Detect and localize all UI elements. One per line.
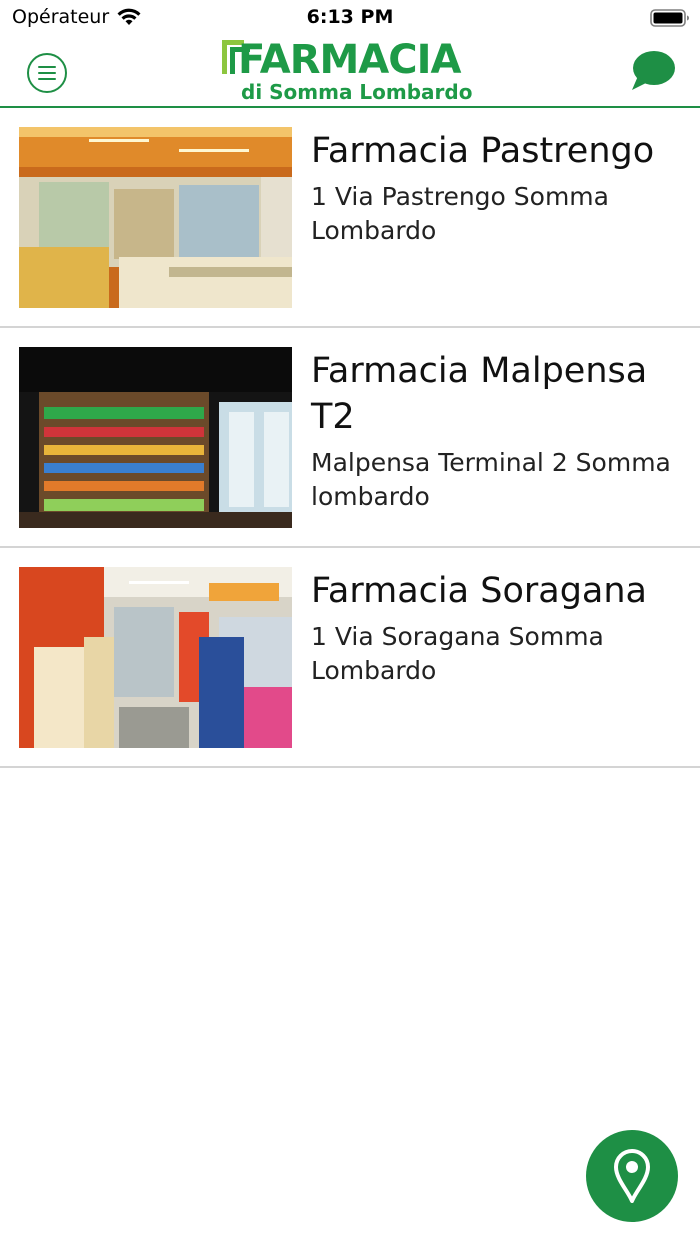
list-item[interactable]: Farmacia Soragana 1 Via Soragana Somma L…: [0, 548, 700, 768]
nav-bar: FARMACIA di Somma Lombardo: [0, 36, 700, 108]
battery-icon: [650, 9, 689, 27]
map-button[interactable]: [586, 1130, 678, 1222]
pharmacy-address: Malpensa Terminal 2 Somma lombardo: [311, 448, 671, 511]
list-item[interactable]: Farmacia Malpensa T2 Malpensa Terminal 2…: [0, 328, 700, 548]
status-bar: Opérateur 6:13 PM: [0, 0, 700, 36]
logo-title: FARMACIA: [238, 37, 461, 83]
pharmacy-photo: [19, 347, 292, 528]
chat-bubble-icon[interactable]: [630, 50, 676, 92]
pharmacy-photo: [19, 567, 292, 748]
pharmacy-address: 1 Via Pastrengo Somma Lombardo: [311, 182, 609, 245]
logo-subtitle: di Somma Lombardo: [241, 80, 473, 104]
list-item[interactable]: Farmacia Pastrengo 1 Via Pastrengo Somma…: [0, 108, 700, 328]
map-pin-icon: [614, 1149, 650, 1203]
pharmacy-address: 1 Via Soragana Somma Lombardo: [311, 622, 604, 685]
hamburger-menu-icon[interactable]: [27, 53, 67, 93]
app-logo: FARMACIA di Somma Lombardo: [222, 38, 478, 106]
pharmacy-photo: [19, 127, 292, 308]
pharmacy-list: Farmacia Pastrengo 1 Via Pastrengo Somma…: [0, 108, 700, 768]
pharmacy-name: Farmacia Malpensa T2: [311, 351, 648, 437]
pharmacy-name: Farmacia Soragana: [311, 571, 647, 611]
clock: 6:13 PM: [306, 6, 394, 28]
pharmacy-name: Farmacia Pastrengo: [311, 131, 655, 171]
